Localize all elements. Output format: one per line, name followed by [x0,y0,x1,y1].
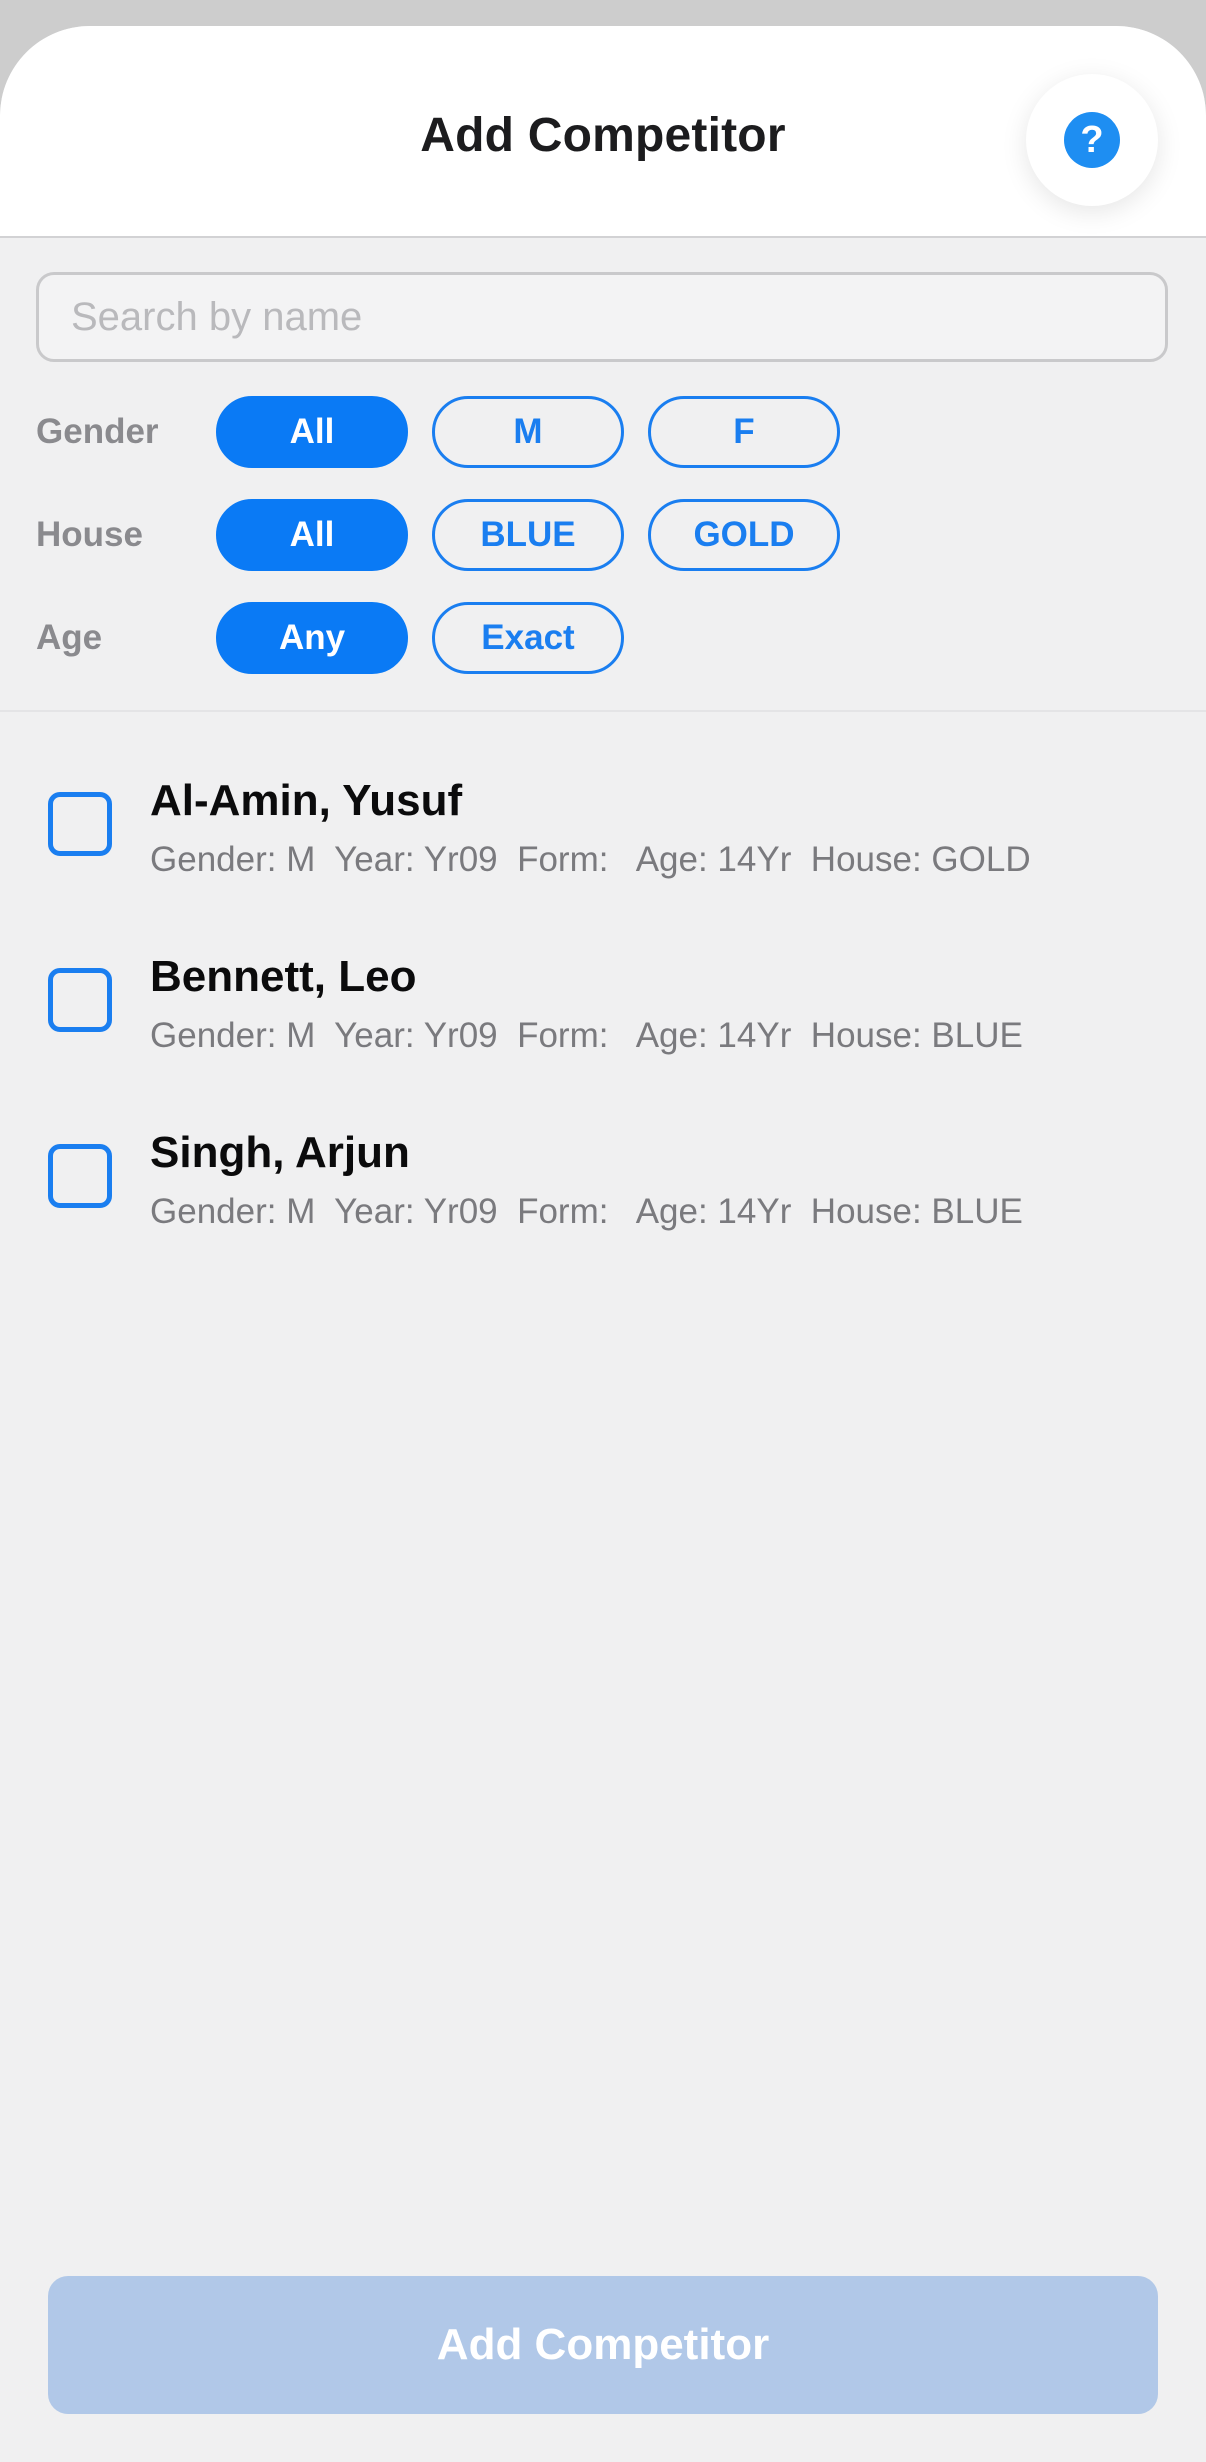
competitor-name: Singh, Arjun [150,1128,410,1177]
search-field[interactable] [36,272,1168,362]
competitor-checkbox[interactable] [48,792,112,856]
competitor-details: Gender: M Year: Yr09 Form: Age: 14Yr Hou… [150,840,1031,879]
gender-filter-row: Gender All M F [36,396,864,468]
age-chip-any[interactable]: Any [216,602,408,674]
gender-chip-f[interactable]: F [648,396,840,468]
filters-divider [0,710,1206,712]
age-filter-label: Age [36,618,103,657]
house-filter-label: House [36,515,143,554]
house-chip-all[interactable]: All [216,499,408,571]
competitor-row[interactable]: Bennett, Leo Gender: M Year: Yr09 Form: … [0,912,1206,1088]
house-chip-blue[interactable]: BLUE [432,499,624,571]
gender-filter-label: Gender [36,412,159,451]
competitor-details: Gender: M Year: Yr09 Form: Age: 14Yr Hou… [150,1192,1023,1231]
add-competitor-button[interactable]: Add Competitor [48,2276,1158,2414]
help-button[interactable]: ? [1026,74,1158,206]
competitor-checkbox[interactable] [48,1144,112,1208]
competitor-row[interactable]: Singh, Arjun Gender: M Year: Yr09 Form: … [0,1088,1206,1264]
competitor-name: Bennett, Leo [150,952,417,1001]
help-icon: ? [1064,112,1120,168]
house-filter-row: House All BLUE GOLD [36,499,864,571]
competitor-details: Gender: M Year: Yr09 Form: Age: 14Yr Hou… [150,1016,1023,1055]
age-filter-row: Age Any Exact [36,602,648,674]
age-chip-exact[interactable]: Exact [432,602,624,674]
competitor-name: Al-Amin, Yusuf [150,776,463,825]
competitor-checkbox[interactable] [48,968,112,1032]
gender-chip-m[interactable]: M [432,396,624,468]
competitor-row[interactable]: Al-Amin, Yusuf Gender: M Year: Yr09 Form… [0,736,1206,912]
house-chip-gold[interactable]: GOLD [648,499,840,571]
gender-chip-all[interactable]: All [216,396,408,468]
add-competitor-sheet: Add Competitor ? Gender All M F House Al… [0,26,1206,2462]
sheet-header: Add Competitor ? [0,26,1206,238]
search-input[interactable] [69,293,1165,341]
